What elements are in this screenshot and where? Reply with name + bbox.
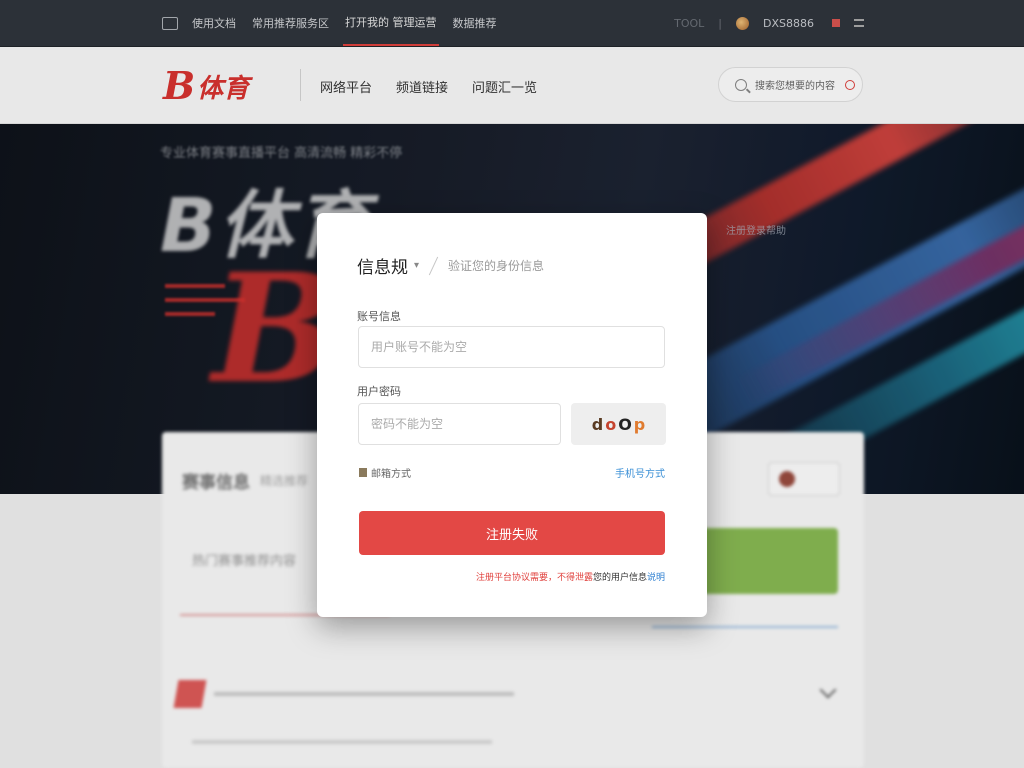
search-box[interactable]: 搜索您想要的内容 (718, 67, 863, 102)
password-label: 用户密码 (357, 385, 401, 398)
agreement-note-text: 您的用户信息 (592, 573, 647, 583)
background-card-row: 热门赛事推荐内容 (192, 554, 297, 569)
header-divider (300, 69, 301, 101)
email-method-option[interactable]: 邮箱方式 (359, 465, 411, 480)
captcha-char: p (633, 414, 646, 434)
submit-button[interactable]: 注册失败 (359, 511, 665, 555)
modal-title: 信息规 (357, 258, 408, 278)
site-logo[interactable]: B 体育 (163, 67, 249, 105)
nav-item-faq[interactable]: 问题汇一览 (472, 77, 537, 96)
logo-text: 体育 (197, 73, 250, 104)
phone-method-link[interactable]: 手机号方式 (615, 465, 665, 480)
hero-tagline: 专业体育赛事直播平台 高清流畅 精彩不停 (160, 146, 403, 161)
site-header: B 体育 网络平台 频道链接 问题汇一览 搜索您想要的内容 (0, 47, 1024, 124)
user-avatar[interactable] (736, 16, 750, 30)
agreement-note-red: 注册平台协议需要，不得泄露 (475, 573, 593, 583)
background-card-widget (768, 462, 840, 496)
menu-icon[interactable] (854, 19, 864, 27)
checkbox-icon[interactable] (359, 468, 367, 477)
username[interactable]: DXS8886 (763, 17, 814, 30)
background-card-subtitle: 精选推荐 (260, 474, 309, 488)
captcha-char: O (618, 414, 632, 434)
captcha-char: o (605, 414, 617, 434)
main-nav: 网络平台 频道链接 问题汇一览 (320, 77, 537, 96)
background-green-button (702, 528, 838, 594)
search-clear-icon[interactable] (845, 79, 855, 90)
modal-subtitle: 验证您的身份信息 (448, 259, 545, 273)
title-separator (428, 256, 439, 275)
captcha-char: d (591, 414, 604, 434)
password-input[interactable] (358, 403, 561, 445)
background-card-title: 赛事信息 (182, 473, 250, 493)
agreement-note: 注册平台协议需要，不得泄露您的用户信息说明 (476, 570, 665, 583)
top-tab-docs[interactable]: 使用文档 (190, 0, 238, 46)
login-modal: 信息规 ▾ 验证您的身份信息 账号信息 用户密码 d o O p 邮箱方式 手机… (317, 213, 707, 617)
hero-side-link[interactable]: 注册登录帮助 (726, 222, 786, 237)
email-method-label: 邮箱方式 (371, 469, 411, 480)
username-label: 账号信息 (357, 310, 401, 323)
top-bar-right: TOOL | DXS8886 (674, 0, 864, 46)
nav-item-links[interactable]: 频道链接 (396, 77, 448, 96)
background-list-row-2 (192, 740, 492, 744)
background-list-row (173, 680, 514, 708)
agreement-link[interactable]: 说明 (647, 573, 665, 583)
separator: | (718, 16, 723, 30)
flag-icon (832, 19, 840, 27)
chevron-down-icon (819, 681, 837, 699)
nav-item-network[interactable]: 网络平台 (320, 77, 372, 96)
background-blue-text (652, 626, 838, 628)
top-bar-left: 使用文档 常用推荐服务区 打开我的 管理运营 数据推荐 (162, 0, 499, 46)
captcha-image[interactable]: d o O p (571, 403, 666, 445)
search-placeholder: 搜索您想要的内容 (755, 81, 835, 92)
top-tab-data[interactable]: 数据推荐 (451, 0, 499, 46)
tool-link[interactable]: TOOL (674, 17, 704, 30)
caret-down-icon[interactable]: ▾ (414, 260, 419, 271)
username-input[interactable] (358, 326, 665, 368)
window-icon[interactable] (162, 16, 178, 30)
top-tab-services[interactable]: 常用推荐服务区 (250, 0, 331, 46)
top-bar: 使用文档 常用推荐服务区 打开我的 管理运营 数据推荐 TOOL | DXS88… (0, 0, 1024, 47)
search-icon[interactable] (735, 78, 747, 91)
top-tab-manage[interactable]: 打开我的 管理运营 (343, 0, 439, 46)
modal-header: 信息规 ▾ 验证您的身份信息 (357, 253, 544, 278)
logo-letter: B (163, 63, 196, 108)
